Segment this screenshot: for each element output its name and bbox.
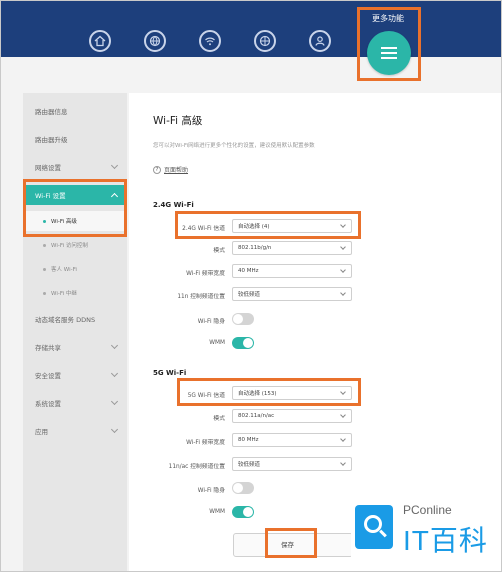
bandwidth-24g-value: 40 MHz bbox=[238, 268, 259, 274]
wmm-24g-label: WMM bbox=[209, 340, 225, 346]
bullet-icon bbox=[43, 219, 46, 223]
sidebar-subitem-label: Wi-Fi 高级 bbox=[51, 219, 77, 225]
chevron-down-icon bbox=[110, 161, 119, 170]
chevron-down-icon bbox=[340, 412, 346, 418]
toggle-knob bbox=[233, 483, 243, 493]
sidebar-item-label: 网络设置 bbox=[35, 164, 61, 172]
menu-icon bbox=[381, 44, 397, 62]
chevron-down-icon bbox=[340, 244, 346, 250]
hidden-24g-toggle[interactable] bbox=[232, 313, 254, 325]
sidebar-item-label: 存储共享 bbox=[35, 344, 61, 352]
wmm-24g-toggle[interactable] bbox=[232, 337, 254, 349]
watermark-brand-main: IT百科 bbox=[403, 525, 488, 556]
chevron-down-icon bbox=[110, 369, 119, 378]
chevron-down-icon bbox=[110, 425, 119, 434]
watermark-brand-top: PConline bbox=[403, 503, 452, 517]
mode-24g-select[interactable]: 802.11b/g/n bbox=[232, 241, 352, 255]
magnifier-icon bbox=[355, 505, 393, 549]
chevron-down-icon bbox=[340, 389, 346, 395]
channel-5g-label: 5G Wi-Fi 信道 bbox=[187, 393, 225, 399]
toggle-knob bbox=[243, 507, 253, 517]
bandwidth-5g-label: Wi-Fi 频带宽度 bbox=[186, 440, 225, 446]
bullet-icon bbox=[43, 267, 46, 271]
globe-icon[interactable] bbox=[144, 30, 166, 52]
sideband-24g-label: 11n 控制频道位置 bbox=[177, 294, 225, 300]
sidebar: 路由器信息 路由器升级 网络设置 Wi-Fi 设置 Wi-Fi 高级 Wi-Fi… bbox=[23, 93, 127, 571]
bullet-icon bbox=[43, 243, 46, 247]
top-navigation-bar: 更多功能 bbox=[1, 1, 501, 57]
sidebar-item-network-settings[interactable]: 网络设置 bbox=[23, 157, 127, 177]
help-link[interactable]: ? 页面帮助 bbox=[153, 165, 188, 174]
sideband-5g-value: 较低频道 bbox=[238, 462, 261, 468]
sideband-5g-select[interactable]: 较低频道 bbox=[232, 457, 352, 471]
sideband-24g-value: 较低频道 bbox=[238, 292, 261, 298]
more-functions-button[interactable] bbox=[367, 31, 411, 75]
home-icon[interactable] bbox=[89, 30, 111, 52]
bandwidth-24g-select[interactable]: 40 MHz bbox=[232, 264, 352, 278]
wmm-5g-label: WMM bbox=[209, 509, 225, 515]
mode-24g-label: 模式 bbox=[213, 248, 225, 254]
channel-24g-value: 自动选择 (4) bbox=[238, 224, 270, 230]
hidden-5g-toggle[interactable] bbox=[232, 482, 254, 494]
channel-24g-label: 2.4G Wi-Fi 信道 bbox=[182, 226, 225, 232]
mode-24g-value: 802.11b/g/n bbox=[238, 245, 272, 251]
user-icon[interactable] bbox=[309, 30, 331, 52]
section-heading-5g: 5G Wi-Fi bbox=[153, 369, 187, 377]
bullet-icon bbox=[43, 291, 46, 295]
sidebar-item-wifi-settings[interactable]: Wi-Fi 设置 bbox=[23, 185, 127, 205]
sidebar-subitem-label: Wi-Fi 中继 bbox=[51, 291, 77, 297]
page-title: Wi-Fi 高级 bbox=[153, 115, 203, 127]
sidebar-item-label: 系统设置 bbox=[35, 400, 61, 408]
network-globe-icon[interactable] bbox=[254, 30, 276, 52]
sideband-24g-select[interactable]: 较低频道 bbox=[232, 287, 352, 301]
mode-5g-select[interactable]: 802.11a/n/ac bbox=[232, 409, 352, 423]
hidden-5g-label: Wi-Fi 隐身 bbox=[197, 488, 225, 494]
bandwidth-5g-value: 80 MHz bbox=[238, 437, 259, 443]
sidebar-item-label: 动态域名服务 DDNS bbox=[35, 316, 96, 324]
sidebar-subitem-label: Wi-Fi 访问控制 bbox=[51, 243, 88, 249]
bandwidth-5g-select[interactable]: 80 MHz bbox=[232, 433, 352, 447]
channel-24g-select[interactable]: 自动选择 (4) bbox=[232, 219, 352, 233]
sidebar-item-router-info[interactable]: 路由器信息 bbox=[23, 101, 127, 121]
sidebar-item-label: 应用 bbox=[35, 428, 48, 436]
chevron-down-icon bbox=[340, 436, 346, 442]
chevron-down-icon bbox=[340, 267, 346, 273]
sidebar-item-label: 安全设置 bbox=[35, 372, 61, 380]
section-heading-24g: 2.4G Wi-Fi bbox=[153, 201, 194, 209]
sidebar-item-router-upgrade[interactable]: 路由器升级 bbox=[23, 129, 127, 149]
mode-5g-label: 模式 bbox=[213, 416, 225, 422]
sidebar-item-label: 路由器升级 bbox=[35, 136, 68, 144]
sidebar-item-label: Wi-Fi 设置 bbox=[35, 192, 66, 200]
more-functions-label: 更多功能 bbox=[372, 14, 404, 23]
page-description: 您可以对Wi-Fi网络进行更多个性化的设置，建议使用默认配置参数 bbox=[153, 143, 315, 149]
help-link-label: 页面帮助 bbox=[164, 167, 189, 174]
channel-5g-select[interactable]: 自动选择 (153) bbox=[232, 386, 352, 400]
sidebar-subitem-label: 客人 Wi-Fi bbox=[51, 267, 77, 273]
chevron-down-icon bbox=[340, 460, 346, 466]
mode-5g-value: 802.11a/n/ac bbox=[238, 413, 275, 419]
bandwidth-24g-label: Wi-Fi 频带宽度 bbox=[186, 271, 225, 277]
help-icon: ? bbox=[153, 165, 161, 174]
toggle-knob bbox=[233, 314, 243, 324]
hidden-24g-label: Wi-Fi 隐身 bbox=[197, 319, 225, 325]
chevron-down-icon bbox=[110, 397, 119, 406]
sideband-5g-label: 11n/ac 控制频道位置 bbox=[168, 464, 225, 470]
chevron-down-icon bbox=[340, 290, 346, 296]
save-button-label: 保存 bbox=[281, 541, 294, 549]
toggle-knob bbox=[243, 338, 253, 348]
chevron-down-icon bbox=[340, 222, 346, 228]
sidebar-item-security-settings[interactable]: 安全设置 bbox=[23, 365, 127, 385]
pconline-watermark: PConline IT百科 bbox=[351, 501, 501, 561]
channel-5g-value: 自动选择 (153) bbox=[238, 391, 277, 397]
sidebar-item-label: 路由器信息 bbox=[35, 108, 68, 116]
chevron-up-icon bbox=[110, 192, 119, 201]
wmm-5g-toggle[interactable] bbox=[232, 506, 254, 518]
router-admin-screenshot: 更多功能 路由器信息 路由器升级 网络设置 Wi-Fi 设置 Wi-Fi 高级 … bbox=[0, 0, 502, 572]
wifi-icon[interactable] bbox=[199, 30, 221, 52]
